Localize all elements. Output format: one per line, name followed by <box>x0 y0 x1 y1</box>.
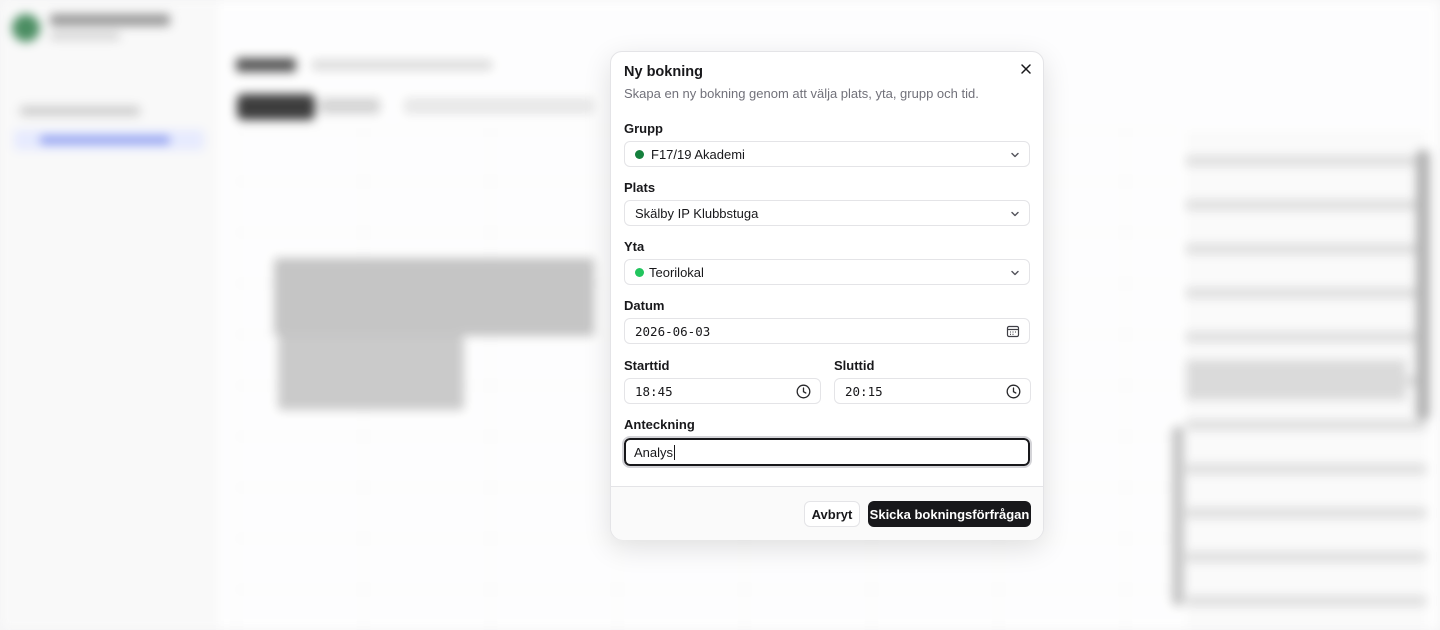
close-icon <box>1021 64 1031 74</box>
group-select-value: F17/19 Akademi <box>651 147 745 162</box>
date-label: Datum <box>624 298 665 313</box>
start-time-label: Starttid <box>624 358 670 373</box>
area-label: Yta <box>624 239 645 254</box>
area-select-value: Teorilokal <box>649 265 704 280</box>
text-caret <box>674 445 676 460</box>
note-label: Anteckning <box>624 417 695 432</box>
area-color-dot <box>635 268 644 277</box>
date-input[interactable]: 2026-06-03 <box>624 318 1030 344</box>
location-select-value: Skälby IP Klubbstuga <box>635 206 759 221</box>
end-time-label: Sluttid <box>834 358 875 373</box>
chevron-down-icon <box>1011 211 1019 217</box>
group-select[interactable]: F17/19 Akademi <box>624 141 1030 167</box>
end-time-value: 20:15 <box>845 384 883 399</box>
submit-booking-request-button[interactable]: Skicka bokningsförfrågan <box>868 501 1031 527</box>
new-booking-dialog: Ny bokning Skapa en ny bokning genom att… <box>610 51 1044 540</box>
start-time-input[interactable]: 18:45 <box>624 378 821 404</box>
clock-icon[interactable] <box>796 384 811 399</box>
close-button[interactable] <box>1019 62 1033 76</box>
cancel-button[interactable]: Avbryt <box>804 501 860 527</box>
date-input-value: 2026-06-03 <box>635 324 711 339</box>
group-color-dot <box>635 150 644 159</box>
note-text: Analys <box>634 445 674 460</box>
area-select[interactable]: Teorilokal <box>624 259 1030 285</box>
chevron-down-icon <box>1011 270 1019 276</box>
note-input-value: Analys <box>634 445 676 460</box>
clock-icon[interactable] <box>1006 384 1021 399</box>
dialog-description: Skapa en ny bokning genom att välja plat… <box>624 86 979 101</box>
chevron-down-icon <box>1011 152 1019 158</box>
start-time-value: 18:45 <box>635 384 673 399</box>
location-select[interactable]: Skälby IP Klubbstuga <box>624 200 1030 226</box>
location-label: Plats <box>624 180 656 195</box>
note-input[interactable]: Analys <box>622 436 1032 468</box>
dialog-footer: Avbryt Skicka bokningsförfrågan <box>611 486 1043 540</box>
calendar-icon[interactable] <box>1006 324 1020 338</box>
dialog-title: Ny bokning <box>624 64 703 80</box>
group-label: Grupp <box>624 121 663 136</box>
end-time-input[interactable]: 20:15 <box>834 378 1031 404</box>
